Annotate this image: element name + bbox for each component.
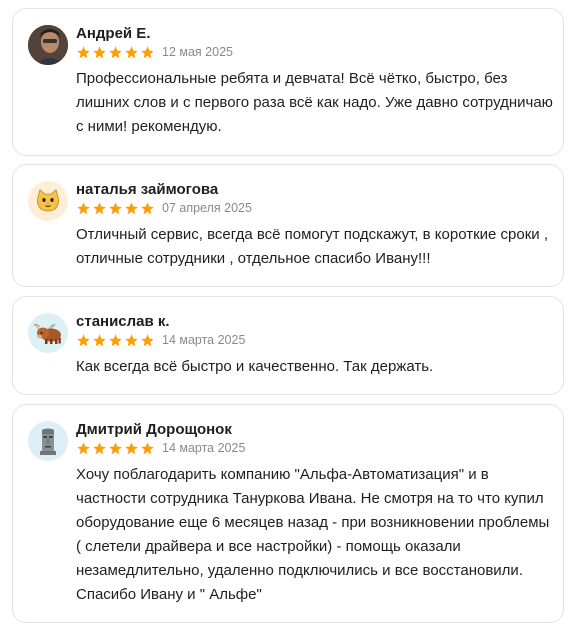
star-icon: [109, 333, 122, 346]
reviews-list: Андрей Е. 12 мая 2025 Профессиональные р…: [0, 0, 584, 629]
star-icon: [109, 45, 122, 58]
star-icon: [125, 333, 138, 346]
cat-icon: [37, 189, 59, 212]
rating-stars: [76, 441, 155, 456]
moai-icon: [40, 428, 56, 455]
author-avatar[interactable]: [28, 421, 68, 461]
review-card: Дмитрий Дорощонок 14 марта 2025 Хочу поб…: [12, 404, 564, 623]
review-text: Хочу поблагодарить компанию "Альфа-Автом…: [76, 466, 550, 603]
rating-stars: [76, 45, 155, 60]
author-avatar[interactable]: [28, 181, 68, 221]
review-date: 07 апреля 2025: [162, 201, 252, 215]
author-avatar[interactable]: [28, 25, 68, 65]
star-icon: [141, 201, 154, 214]
review-text: Профессиональные ребята и девчата! Всё ч…: [76, 70, 553, 135]
star-icon: [77, 333, 90, 346]
star-icon: [125, 201, 138, 214]
rating-stars: [76, 201, 155, 216]
rating-stars: [76, 333, 155, 348]
star-icon: [141, 441, 154, 454]
review-text: Отличный сервис, всегда всё помогут подс…: [76, 226, 548, 267]
star-icon: [125, 45, 138, 58]
author-name[interactable]: Андрей Е.: [76, 24, 150, 44]
review-date: 14 марта 2025: [162, 441, 246, 455]
review-card: Андрей Е. 12 мая 2025 Профессиональные р…: [12, 8, 564, 156]
star-icon: [125, 441, 138, 454]
star-icon: [93, 201, 106, 214]
star-icon: [77, 45, 90, 58]
review-card: станислав к. 14 марта 2025 Как всегда вс…: [12, 296, 564, 395]
author-avatar[interactable]: [28, 313, 68, 353]
star-icon: [77, 201, 90, 214]
rating-row: 14 марта 2025: [76, 331, 245, 349]
rating-row: 14 марта 2025: [76, 439, 245, 457]
review-card: наталья займогова 07 апреля 2025 Отличны…: [12, 164, 564, 287]
star-icon: [93, 45, 106, 58]
star-icon: [141, 45, 154, 58]
yak-icon: [34, 324, 61, 344]
star-icon: [93, 441, 106, 454]
photo-avatar-icon: [28, 25, 68, 65]
star-icon: [109, 201, 122, 214]
star-icon: [141, 333, 154, 346]
star-icon: [93, 333, 106, 346]
author-name[interactable]: станислав к.: [76, 312, 170, 332]
rating-row: 12 мая 2025: [76, 43, 233, 61]
author-name[interactable]: Дмитрий Дорощонок: [76, 420, 232, 440]
author-name[interactable]: наталья займогова: [76, 180, 218, 200]
rating-row: 07 апреля 2025: [76, 199, 252, 217]
review-text: Как всегда всё быстро и качественно. Так…: [76, 358, 434, 375]
star-icon: [77, 441, 90, 454]
star-icon: [109, 441, 122, 454]
review-date: 12 мая 2025: [162, 45, 233, 59]
review-date: 14 марта 2025: [162, 333, 246, 347]
